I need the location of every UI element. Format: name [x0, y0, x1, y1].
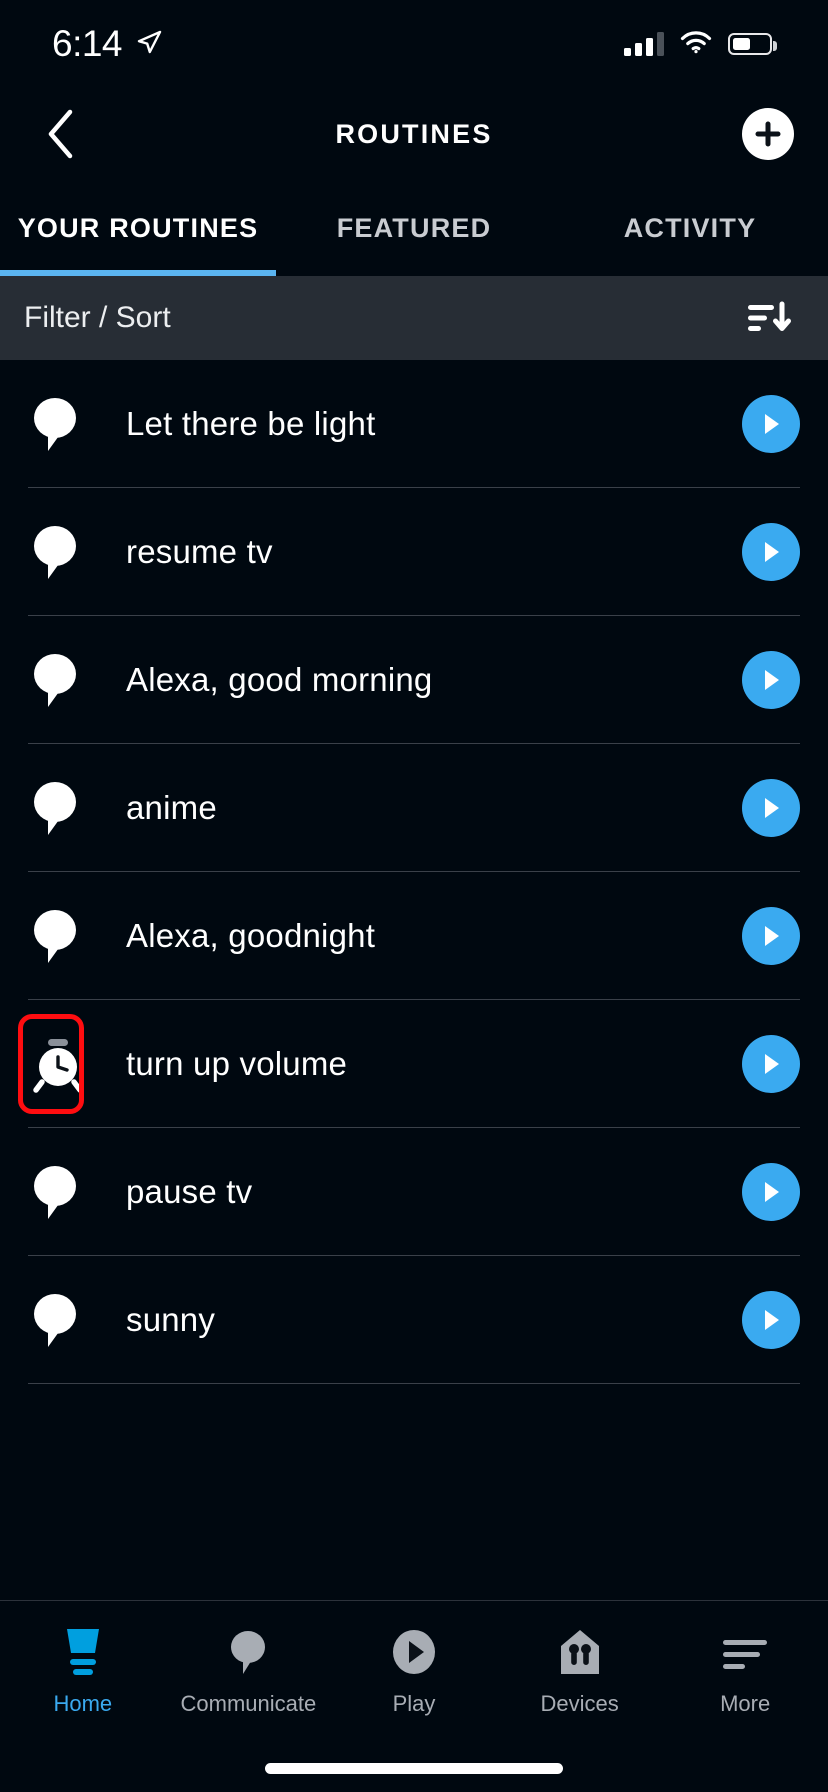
alarm-clock-icon: [28, 1033, 88, 1095]
speech-bubble-icon: [28, 393, 88, 455]
status-bar: 6:14: [0, 0, 828, 88]
routine-row[interactable]: sunny: [0, 1256, 828, 1384]
filter-sort-bar[interactable]: Filter / Sort: [0, 276, 828, 360]
play-icon: [765, 1182, 779, 1202]
routines-list[interactable]: Let there be light resume tv Alexa, good…: [0, 360, 828, 1408]
app-screen: 6:14 ROUTINES YOUR ROUTINES FEATURED ACT…: [0, 0, 828, 1792]
run-routine-button[interactable]: [742, 651, 800, 709]
nav-label: More: [720, 1691, 771, 1716]
echo-device-icon: [60, 1623, 106, 1677]
run-routine-button[interactable]: [742, 907, 800, 965]
plus-circle-icon: [755, 121, 781, 147]
speech-bubble-icon: [28, 905, 88, 967]
back-button[interactable]: [30, 103, 92, 165]
speech-bubble-icon: [28, 1161, 88, 1223]
speech-bubble-icon: [34, 1294, 76, 1347]
play-icon: [765, 926, 779, 946]
home-devices-icon: [557, 1623, 603, 1677]
nav-label: Devices: [540, 1691, 619, 1716]
status-bar-right: [624, 30, 777, 59]
run-routine-button[interactable]: [742, 1035, 800, 1093]
routine-row[interactable]: Alexa, goodnight: [0, 872, 828, 1000]
routine-name: Alexa, good morning: [126, 661, 433, 698]
nav-header: ROUTINES: [0, 88, 828, 180]
speech-bubble-icon: [34, 782, 76, 835]
nav-label: Communicate: [180, 1691, 317, 1716]
routine-row[interactable]: pause tv: [0, 1128, 828, 1256]
speech-bubble-icon: [34, 910, 76, 963]
run-routine-button[interactable]: [742, 779, 800, 837]
routine-name: sunny: [126, 1301, 216, 1338]
routine-row[interactable]: Alexa, good morning: [0, 616, 828, 744]
routine-row[interactable]: anime: [0, 744, 828, 872]
speech-bubble-icon: [34, 526, 76, 579]
status-bar-left: 6:14: [52, 23, 162, 65]
routine-name: turn up volume: [126, 1045, 348, 1082]
speech-bubble-icon: [34, 654, 76, 707]
play-icon: [765, 1310, 779, 1330]
tab-label: FEATURED: [336, 212, 492, 243]
routine-name: Let there be light: [126, 405, 376, 442]
routine-name: Alexa, goodnight: [126, 917, 376, 954]
run-routine-button[interactable]: [742, 395, 800, 453]
alarm-clock-icon: [33, 1039, 83, 1093]
tab-featured[interactable]: FEATURED: [276, 180, 552, 276]
play-icon: [765, 414, 779, 434]
wifi-icon: [680, 30, 712, 59]
location-arrow-icon: [136, 29, 162, 60]
play-icon: [765, 1054, 779, 1074]
routine-name: resume tv: [126, 533, 273, 570]
bottom-navigation: Home Communicate Play Devices More: [0, 1600, 828, 1792]
page-title: ROUTINES: [335, 118, 493, 149]
nav-label: Play: [392, 1691, 436, 1716]
routine-name: pause tv: [126, 1173, 253, 1210]
tab-activity[interactable]: ACTIVITY: [552, 180, 828, 276]
sort-descending-icon[interactable]: [746, 298, 792, 338]
run-routine-button[interactable]: [742, 1291, 800, 1349]
speech-bubble-icon: [28, 649, 88, 711]
add-routine-button[interactable]: [742, 108, 794, 160]
tab-label: YOUR ROUTINES: [17, 212, 259, 243]
tab-bar: YOUR ROUTINES FEATURED ACTIVITY: [0, 180, 828, 276]
run-routine-button[interactable]: [742, 523, 800, 581]
signal-bars-icon: [624, 32, 664, 56]
speech-bubble-icon: [226, 1623, 270, 1677]
play-circle-icon: [390, 1623, 438, 1677]
nav-item-home[interactable]: Home: [0, 1601, 166, 1792]
routine-row[interactable]: resume tv: [0, 488, 828, 616]
play-icon: [765, 798, 779, 818]
speech-bubble-icon: [34, 1166, 76, 1219]
routine-row[interactable]: turn up volume: [0, 1000, 828, 1128]
routine-row[interactable]: Let there be light: [0, 360, 828, 488]
filter-sort-label: Filter / Sort: [24, 301, 171, 334]
speech-bubble-icon: [28, 521, 88, 583]
routine-row[interactable]: make tea: [0, 1384, 828, 1408]
run-routine-button[interactable]: [742, 1163, 800, 1221]
speech-bubble-icon: [28, 777, 88, 839]
speech-bubble-icon: [28, 1289, 88, 1351]
status-time: 6:14: [52, 23, 123, 64]
nav-label: Home: [53, 1691, 113, 1716]
play-icon: [765, 670, 779, 690]
speech-bubble-icon: [34, 398, 76, 451]
play-icon: [765, 542, 779, 562]
routine-name: anime: [126, 789, 217, 826]
chevron-left-icon: [48, 109, 73, 159]
battery-icon: [728, 33, 777, 55]
tab-your-routines[interactable]: YOUR ROUTINES: [0, 180, 276, 276]
hamburger-menu-icon: [720, 1623, 770, 1677]
tab-label: ACTIVITY: [623, 212, 757, 243]
home-indicator: [265, 1763, 563, 1774]
nav-item-more[interactable]: More: [662, 1601, 828, 1792]
